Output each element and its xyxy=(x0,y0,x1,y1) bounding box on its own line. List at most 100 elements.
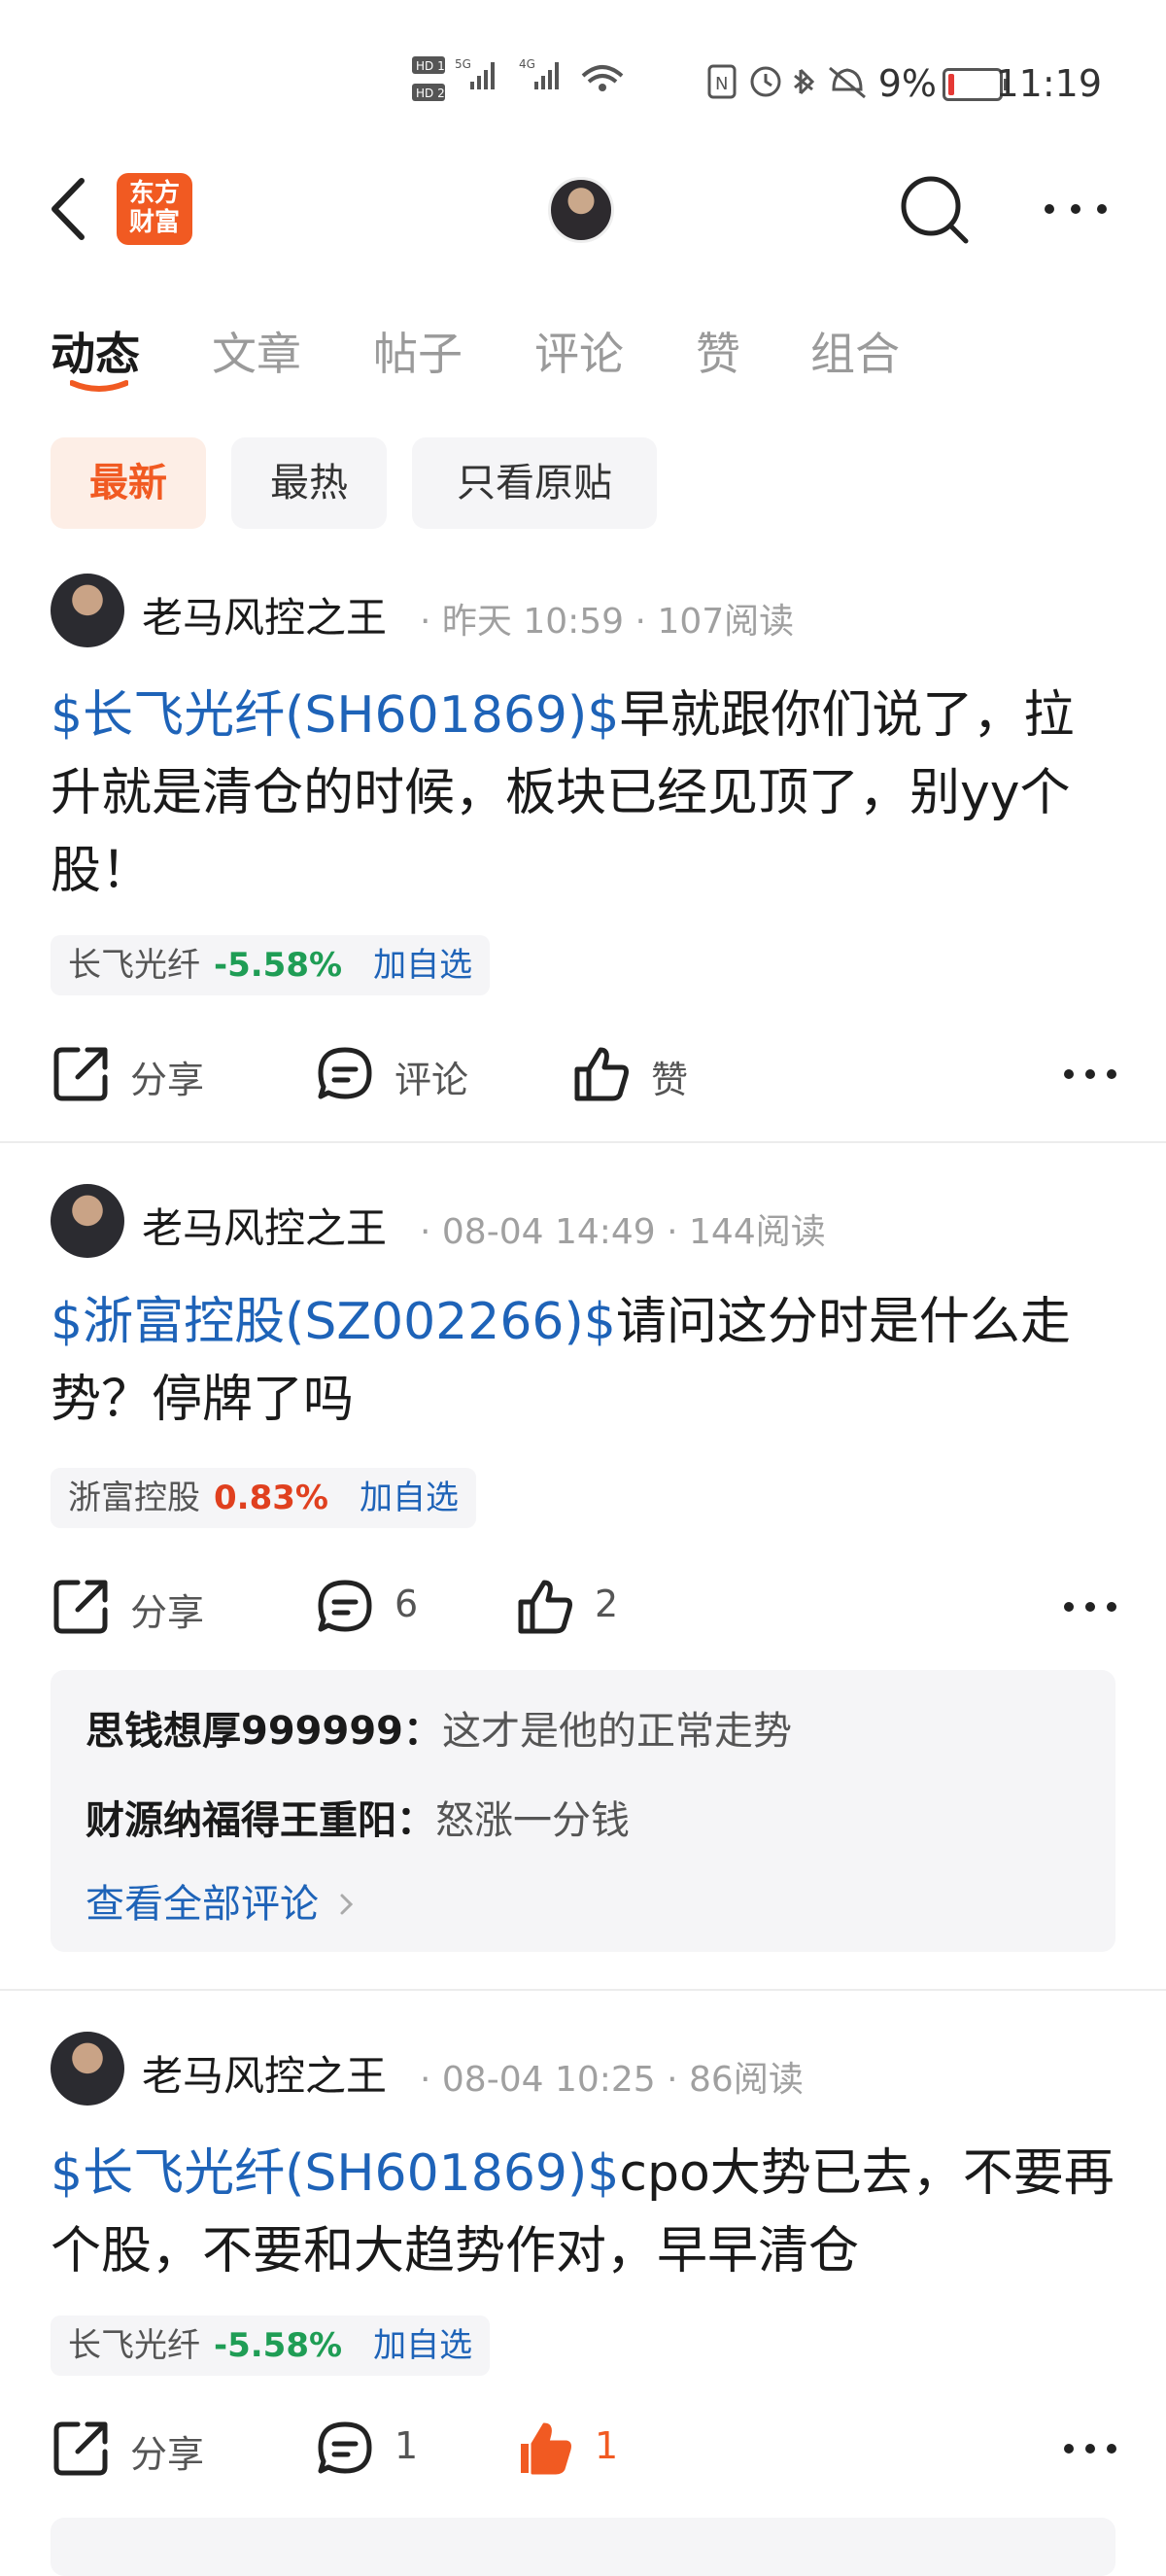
read-count: 144阅读 xyxy=(689,1212,826,1252)
like-button[interactable]: 1 xyxy=(515,2415,651,2483)
filter-latest[interactable]: 最新 xyxy=(51,437,206,529)
add-watchlist-button[interactable]: 加自选 xyxy=(373,2326,472,2365)
stock-change: -5.58% xyxy=(214,2326,343,2365)
top-nav: 东方 财富 xyxy=(0,156,1166,262)
like-count: 2 xyxy=(595,1583,619,1625)
share-icon xyxy=(53,1047,108,1101)
comment-button[interactable]: 1 xyxy=(315,2415,451,2483)
like-button[interactable]: 赞 xyxy=(571,1040,727,1108)
avatar[interactable] xyxy=(51,574,124,647)
divider xyxy=(0,1989,1166,1991)
post-time: 08-04 10:25 xyxy=(441,2060,656,2100)
post-content[interactable]: $长飞光纤(SH601869)$早就跟你们说了，拉升就是清仓的时候，板块已经见顶… xyxy=(51,677,1119,910)
comment-preview-box[interactable]: 思钱想厚999999：这才是他的正常走势 财源纳福得王重阳：怒涨一分钱 查看全部… xyxy=(51,1670,1115,1952)
tab-comments[interactable]: 评论 xyxy=(534,319,624,383)
profile-avatar[interactable] xyxy=(548,177,614,243)
comment-button[interactable]: 评论 xyxy=(315,1040,490,1108)
stock-link[interactable]: $长飞光纤(SH601869)$ xyxy=(51,2144,619,2203)
active-tab-indicator xyxy=(70,380,128,392)
thumbs-up-icon xyxy=(574,1047,629,1101)
like-button[interactable]: 2 xyxy=(515,1573,651,1641)
comment-item[interactable]: 思钱想厚999999：这才是他的正常走势 xyxy=(86,1699,792,1756)
comment-icon xyxy=(318,2421,372,2474)
comment-text: 怒涨一分钱 xyxy=(435,1798,630,1843)
tab-dynamic[interactable]: 动态 xyxy=(51,319,140,383)
comment-text: 这才是他的正常走势 xyxy=(442,1709,792,1754)
thumbs-up-icon xyxy=(518,1580,572,1634)
author-name[interactable]: 老马风控之王 xyxy=(142,1196,387,1255)
back-button[interactable] xyxy=(47,175,95,243)
share-label: 分享 xyxy=(130,1591,205,1634)
post-time: 昨天 10:59 xyxy=(441,602,625,642)
share-label: 分享 xyxy=(130,2433,205,2476)
tab-likes[interactable]: 赞 xyxy=(696,319,740,383)
read-count: 107阅读 xyxy=(657,602,795,642)
post-more-button[interactable] xyxy=(1061,1573,1119,1641)
tab-posts[interactable]: 帖子 xyxy=(373,319,463,383)
comment-preview-box[interactable] xyxy=(51,2518,1115,2576)
comment-count: 6 xyxy=(394,1583,419,1625)
post-meta: · 08-04 14:49 · 144阅读 xyxy=(420,1212,826,1252)
share-label: 分享 xyxy=(130,1059,205,1101)
stock-quote-chip[interactable]: 长飞光纤 -5.58% 加自选 xyxy=(51,2315,491,2376)
post-content[interactable]: $浙富控股(SZ002266)$请问这分时是什么走势？停牌了吗 xyxy=(51,1283,1119,1439)
add-watchlist-button[interactable]: 加自选 xyxy=(373,946,472,985)
stock-name: 浙富控股 xyxy=(68,1479,200,1517)
battery-percent: 9% xyxy=(877,62,937,105)
post-more-button[interactable] xyxy=(1061,1040,1119,1108)
svg-text:HD 2: HD 2 xyxy=(416,87,445,100)
stock-link[interactable]: $浙富控股(SZ002266)$ xyxy=(51,1293,616,1351)
comment-button[interactable]: 6 xyxy=(315,1573,451,1641)
app-logo[interactable]: 东方 财富 xyxy=(117,173,192,245)
avatar[interactable] xyxy=(51,1184,124,1258)
post-more-button[interactable] xyxy=(1061,2415,1119,2483)
thumbs-up-filled-icon xyxy=(521,2422,571,2475)
post-meta: · 昨天 10:59 · 107阅读 xyxy=(420,602,795,642)
stock-change: 0.83% xyxy=(214,1479,328,1517)
read-count: 86阅读 xyxy=(689,2060,804,2100)
author-name[interactable]: 老马风控之王 xyxy=(142,2043,387,2103)
tab-articles[interactable]: 文章 xyxy=(212,319,301,383)
more-dots-icon xyxy=(1064,1602,1116,1612)
svg-text:5G: 5G xyxy=(455,57,471,71)
search-button[interactable] xyxy=(898,173,972,247)
view-all-comments-link[interactable]: 查看全部评论 xyxy=(86,1872,357,1929)
stock-quote-chip[interactable]: 长飞光纤 -5.58% 加自选 xyxy=(51,935,491,995)
tab-portfolio[interactable]: 组合 xyxy=(810,319,900,383)
commenter-name[interactable]: 思钱想厚999999： xyxy=(86,1709,442,1754)
post-actions: 分享 1 1 xyxy=(51,2415,1119,2483)
clock: 11:19 xyxy=(995,62,1102,105)
system-status-icons: N xyxy=(707,60,873,109)
logo-text-line1: 东方 xyxy=(128,179,180,208)
svg-text:N: N xyxy=(715,74,728,94)
comment-item[interactable]: 财源纳福得王重阳：怒涨一分钱 xyxy=(86,1789,630,1845)
share-icon xyxy=(53,1580,108,1634)
svg-text:4G: 4G xyxy=(519,57,535,71)
svg-text:HD 1: HD 1 xyxy=(416,59,445,73)
post-header: 老马风控之王 · 08-04 10:25 · 86阅读 xyxy=(51,2032,1119,2109)
comment-count: 1 xyxy=(394,2424,419,2467)
share-button[interactable]: 分享 xyxy=(51,1040,225,1108)
filter-hottest[interactable]: 最热 xyxy=(231,437,387,529)
avatar[interactable] xyxy=(51,2032,124,2106)
logo-text-line2: 财富 xyxy=(128,208,180,237)
stock-name: 长飞光纤 xyxy=(68,946,200,985)
filter-original-only[interactable]: 只看原贴 xyxy=(412,437,657,529)
add-watchlist-button[interactable]: 加自选 xyxy=(360,1479,459,1517)
stock-quote-chip[interactable]: 浙富控股 0.83% 加自选 xyxy=(51,1468,476,1528)
chevron-right-icon xyxy=(340,1894,353,1915)
commenter-name[interactable]: 财源纳福得王重阳： xyxy=(86,1798,435,1843)
share-button[interactable]: 分享 xyxy=(51,2415,225,2483)
share-button[interactable]: 分享 xyxy=(51,1573,225,1641)
stock-link[interactable]: $长飞光纤(SH601869)$ xyxy=(51,686,619,745)
author-name[interactable]: 老马风控之王 xyxy=(142,585,387,644)
post-actions: 分享 6 2 xyxy=(51,1573,1119,1641)
like-label: 赞 xyxy=(651,1059,689,1101)
battery-icon xyxy=(943,68,1009,101)
profile-tabs: 动态 文章 帖子 评论 赞 组合 xyxy=(0,303,1166,400)
share-icon xyxy=(53,2421,108,2476)
divider xyxy=(0,1141,1166,1143)
post-content[interactable]: $长飞光纤(SH601869)$cpo大势已去，不要再个股，不要和大趋势作对，早… xyxy=(51,2135,1119,2290)
more-button[interactable] xyxy=(1042,194,1110,224)
stock-name: 长飞光纤 xyxy=(68,2326,200,2365)
